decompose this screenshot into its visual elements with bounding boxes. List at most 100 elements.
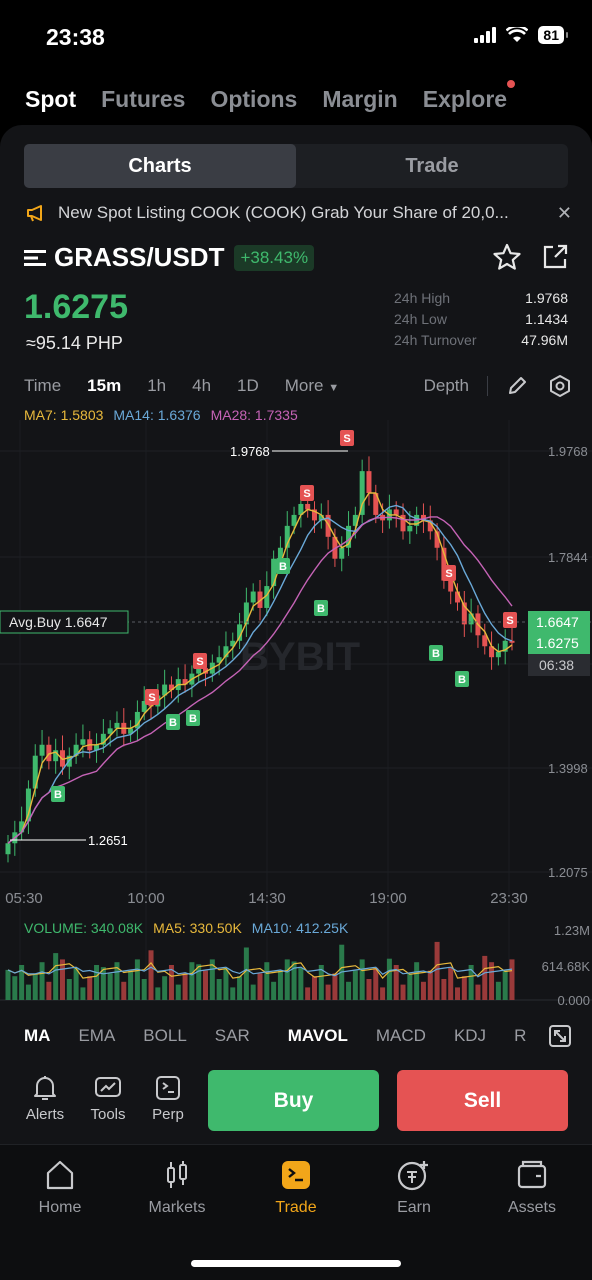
ind-kdj[interactable]: KDJ (454, 1026, 486, 1046)
tf-more[interactable]: More ▼ (285, 376, 339, 396)
last-price-tag: 1.6275 (536, 635, 579, 651)
nav-markets[interactable]: Markets (127, 1159, 227, 1217)
expand-icon[interactable] (548, 1024, 572, 1048)
marker-label: B (458, 674, 466, 686)
avg-buy-label: Avg.Buy 1.6647 (9, 614, 108, 630)
volume-bar (277, 970, 283, 1000)
ind-sar[interactable]: SAR (215, 1026, 250, 1046)
trade-icon (282, 1161, 310, 1189)
announcement-bar[interactable]: New Spot Listing COOK (COOK) Grab Your S… (26, 200, 572, 226)
marker-label: B (317, 603, 325, 615)
action-bar: Alerts Tools Perp Buy Sell (0, 1070, 592, 1134)
x-tick-label: 05:30 (5, 890, 43, 907)
sell-button[interactable]: Sell (397, 1070, 568, 1131)
tf-4h[interactable]: 4h (192, 376, 211, 396)
volume-bar (128, 970, 134, 1000)
menu-icon[interactable] (24, 249, 46, 267)
volume-bar (284, 959, 290, 1000)
product-tabs: Spot Futures Options Margin Explore (25, 80, 516, 113)
x-tick-label: 23:30 (490, 890, 528, 907)
ind-boll[interactable]: BOLL (143, 1026, 186, 1046)
buy-button[interactable]: Buy (208, 1070, 379, 1131)
trade-tab[interactable]: Trade (296, 144, 568, 188)
earn-icon (397, 1161, 428, 1191)
volume-bar (203, 970, 209, 1000)
settings-icon[interactable] (548, 374, 572, 398)
nav-assets[interactable]: Assets (482, 1159, 582, 1217)
share-icon[interactable] (541, 243, 569, 271)
ind-ema[interactable]: EMA (78, 1026, 115, 1046)
volume-bar (475, 984, 481, 1000)
pencil-icon[interactable] (506, 375, 528, 397)
tf-1h[interactable]: 1h (147, 376, 166, 396)
stat-24h-turnover: 24h Turnover 47.96M (394, 332, 568, 353)
volume-bar (121, 981, 127, 1000)
tab-margin[interactable]: Margin (322, 86, 397, 113)
volume-bar (359, 959, 365, 1000)
volume-bar (12, 976, 18, 1000)
tab-explore[interactable]: Explore (423, 80, 516, 113)
charts-tab[interactable]: Charts (24, 144, 296, 188)
ind-macd[interactable]: MACD (376, 1026, 426, 1046)
vol-ma10-value: MA10: 412.25K (251, 920, 349, 936)
candle-body (271, 558, 277, 587)
volume-bar (427, 970, 433, 1000)
star-icon[interactable] (492, 243, 522, 271)
volume-bar (366, 979, 372, 1000)
marker-label: S (445, 568, 452, 580)
nav-home[interactable]: Home (10, 1159, 110, 1217)
volume-bar (196, 964, 202, 1000)
volume-bar (175, 984, 181, 1000)
nav-home-label: Home (38, 1199, 82, 1216)
caret-down-icon: ▼ (328, 382, 340, 394)
volume-bar (230, 987, 236, 1000)
tab-spot[interactable]: Spot (25, 86, 76, 113)
volume-bar (237, 976, 243, 1000)
tf-time[interactable]: Time (24, 376, 61, 396)
tab-options[interactable]: Options (210, 86, 297, 113)
tab-futures[interactable]: Futures (101, 86, 185, 113)
tf-1d[interactable]: 1D (237, 376, 259, 396)
volume-bar (73, 967, 79, 1000)
charts-trade-toggle: Charts Trade (24, 144, 568, 188)
candle-body (80, 739, 86, 745)
volume-bar (182, 973, 188, 1000)
stat-value: 1.9768 (525, 290, 568, 306)
perp-label: Perp (152, 1106, 184, 1123)
ind-r[interactable]: R (514, 1026, 526, 1046)
wallet-icon (517, 1160, 547, 1189)
candle-body (448, 580, 454, 592)
nav-earn[interactable]: Earn (364, 1159, 464, 1217)
alerts-button[interactable]: Alerts (17, 1070, 73, 1123)
volume-bar (141, 979, 147, 1000)
tools-button[interactable]: Tools (80, 1070, 136, 1123)
stat-24h-low: 24h Low 1.1434 (394, 311, 568, 332)
perp-icon (156, 1076, 180, 1100)
volume-bar (46, 981, 52, 1000)
nav-trade[interactable]: Trade (246, 1159, 346, 1217)
volume-bar (66, 979, 72, 1000)
low-label: 1.2651 (88, 833, 128, 848)
volume-tick-label: 614.68K (542, 959, 591, 974)
nav-markets-label: Markets (148, 1199, 206, 1216)
volume-bar (420, 981, 426, 1000)
volume-bar (39, 962, 45, 1000)
marker-label: S (196, 656, 203, 668)
volume-bar (134, 959, 140, 1000)
ind-ma[interactable]: MA (24, 1026, 50, 1046)
depth-tab[interactable]: Depth (424, 376, 469, 396)
y-tick-label: 1.7844 (548, 550, 588, 565)
perp-button[interactable]: Perp (140, 1070, 196, 1123)
candle-body (5, 843, 11, 855)
pair-name[interactable]: GRASS/USDT (54, 242, 224, 273)
volume-bar (325, 984, 331, 1000)
close-icon[interactable]: ✕ (557, 203, 572, 224)
volume-bar (380, 987, 386, 1000)
status-icons: 81 (474, 26, 568, 44)
y-tick-label: 1.3998 (548, 761, 588, 776)
marker-label: B (54, 789, 62, 801)
volume-bar (502, 970, 508, 1000)
ind-mavol[interactable]: MAVOL (288, 1026, 348, 1046)
tf-15m[interactable]: 15m (87, 376, 121, 396)
volume-bar (434, 941, 440, 1000)
